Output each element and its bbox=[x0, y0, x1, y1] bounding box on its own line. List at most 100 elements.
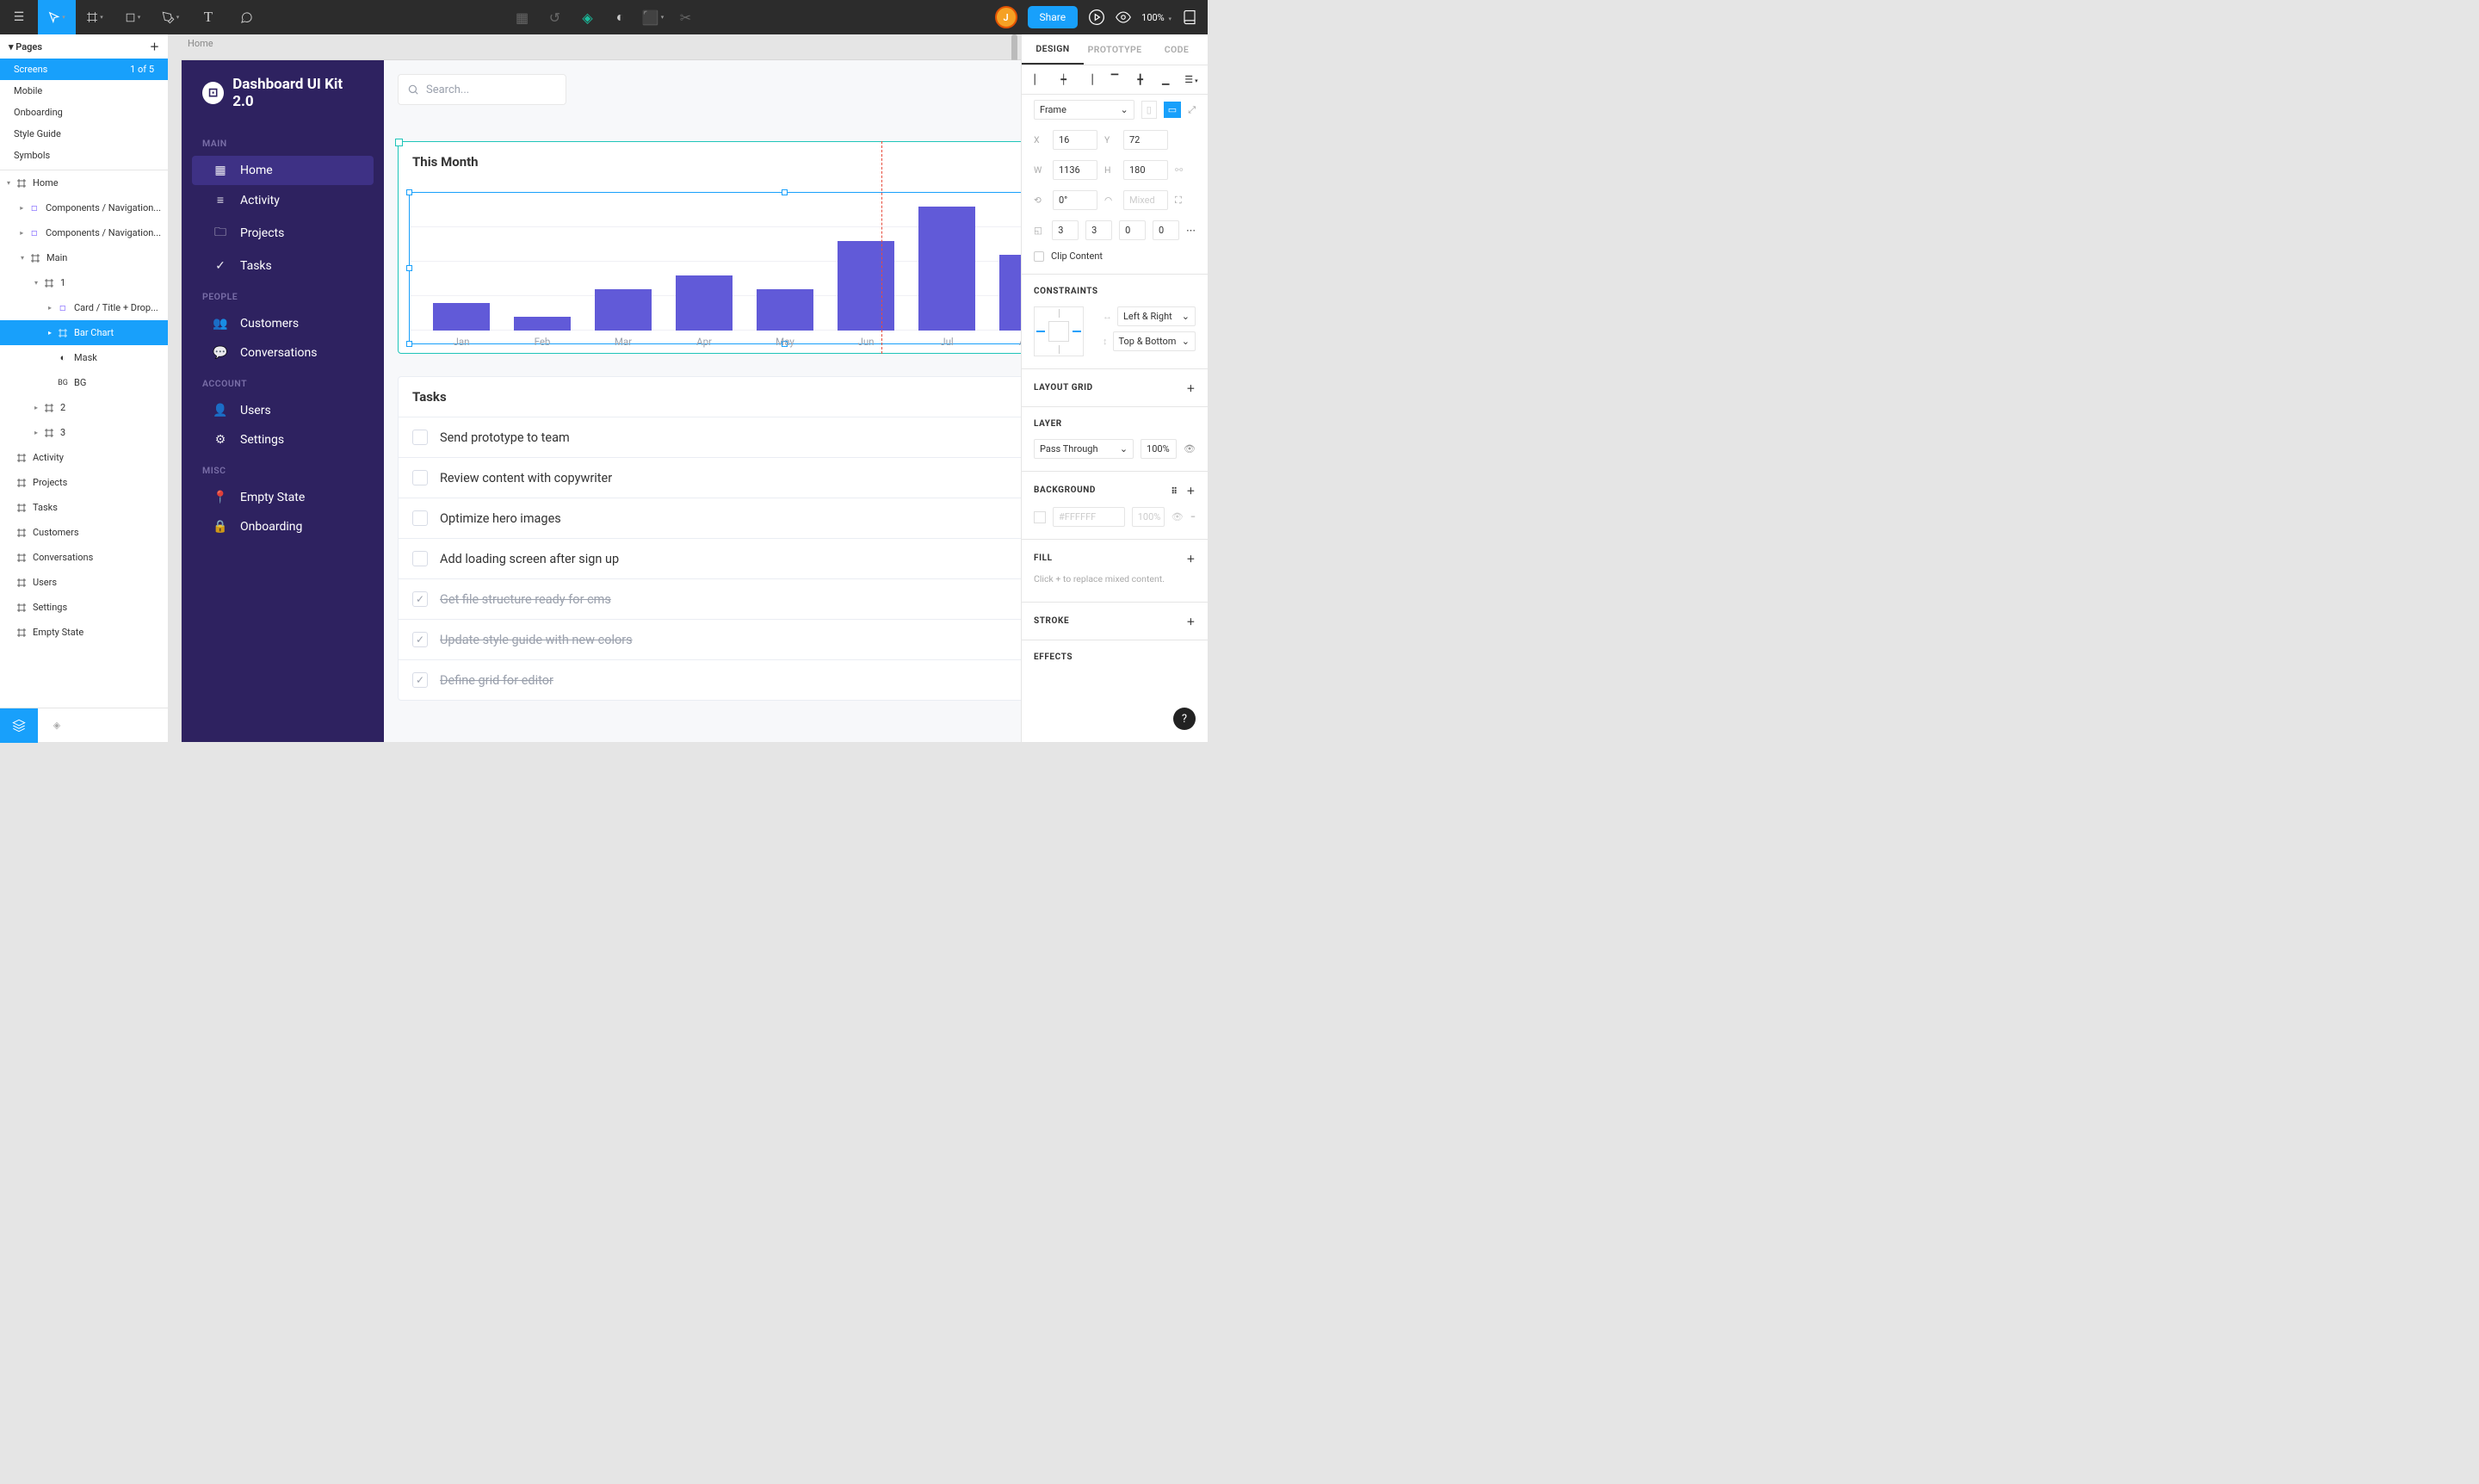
opacity-input[interactable]: 100% bbox=[1141, 439, 1177, 459]
search-input[interactable]: Search... bbox=[398, 74, 566, 105]
nav-settings[interactable]: ⚙Settings bbox=[192, 425, 374, 454]
layer-row[interactable]: ▸◇Components / Navigation... bbox=[0, 195, 168, 220]
nav-onboarding[interactable]: 🔒Onboarding bbox=[192, 512, 374, 541]
blend-select[interactable]: Pass Through⌄ bbox=[1034, 439, 1134, 459]
orientation-portrait-icon[interactable]: ▯ bbox=[1141, 101, 1157, 119]
tab-code[interactable]: CODE bbox=[1146, 34, 1208, 65]
pen-tool[interactable]: ▾ bbox=[151, 0, 189, 34]
page-item[interactable]: Symbols bbox=[0, 145, 168, 166]
reset-icon[interactable]: ↺ bbox=[541, 0, 570, 34]
y-input[interactable]: 72 bbox=[1123, 130, 1168, 150]
components-icon[interactable]: ▦ bbox=[508, 0, 537, 34]
fit-icon[interactable]: ⤢ bbox=[1188, 104, 1196, 116]
add-bg-icon[interactable]: ＋ bbox=[1186, 487, 1196, 497]
page-item[interactable]: Onboarding bbox=[0, 102, 168, 123]
zoom-level[interactable]: 100% ▾ bbox=[1141, 12, 1171, 23]
task-checkbox[interactable] bbox=[412, 470, 428, 485]
task-row[interactable]: ✓Define grid for editor24 June bbox=[399, 659, 1021, 700]
layer-row[interactable]: ▾Main bbox=[0, 245, 168, 270]
frame-type-select[interactable]: Frame⌄ bbox=[1034, 100, 1134, 120]
layer-row[interactable]: BGBG bbox=[0, 370, 168, 395]
crop-icon[interactable]: ✂ bbox=[671, 0, 701, 34]
layer-row[interactable]: ▾1 bbox=[0, 270, 168, 295]
help-button[interactable]: ? bbox=[1173, 708, 1196, 730]
layer-row[interactable]: ▸◇Card / Title + Drop... bbox=[0, 295, 168, 320]
nav-conversations[interactable]: 💬Conversations bbox=[192, 338, 374, 368]
x-input[interactable]: 16 bbox=[1053, 130, 1097, 150]
nav-customers[interactable]: 👥Customers bbox=[192, 309, 374, 338]
nav-users[interactable]: 👤Users bbox=[192, 396, 374, 425]
link-icon[interactable]: ⚯ bbox=[1175, 164, 1183, 176]
bg-opacity-input[interactable]: 100% bbox=[1132, 507, 1165, 527]
page-item[interactable]: Screens1 of 5 bbox=[0, 59, 168, 80]
layer-row[interactable]: ◐Mask bbox=[0, 345, 168, 370]
align-right-icon[interactable]: ▕ bbox=[1081, 74, 1097, 85]
boolean-icon[interactable]: ◈ bbox=[573, 0, 603, 34]
layer-row[interactable]: Users bbox=[0, 570, 168, 595]
layer-row[interactable]: ▾Home bbox=[0, 170, 168, 195]
assets-tab[interactable]: ◈ bbox=[38, 708, 76, 743]
nav-home[interactable]: ▦Home bbox=[192, 156, 374, 185]
nav-empty-state[interactable]: 📍Empty State bbox=[192, 483, 374, 512]
bg-swatch[interactable] bbox=[1034, 511, 1046, 523]
mask-icon[interactable]: ◐ bbox=[606, 0, 635, 34]
layer-row[interactable]: Conversations bbox=[0, 545, 168, 570]
radius-input[interactable]: Mixed bbox=[1123, 190, 1168, 210]
task-checkbox[interactable]: ✓ bbox=[412, 632, 428, 647]
layer-row[interactable]: ▸Bar Chart bbox=[0, 320, 168, 345]
visibility-icon[interactable]: 👁 bbox=[1184, 443, 1196, 454]
rotation-input[interactable]: 0° bbox=[1053, 190, 1097, 210]
eye-icon[interactable] bbox=[1116, 9, 1131, 25]
user-avatar[interactable]: J bbox=[995, 6, 1017, 28]
task-row[interactable]: Optimize hero images16 July📎 bbox=[399, 498, 1021, 538]
task-checkbox[interactable] bbox=[412, 430, 428, 445]
shape-tool[interactable]: ▾ bbox=[114, 0, 151, 34]
canvas[interactable]: Home ⊡ Dashboard UI Kit 2.0 MAIN ▦Home ≡… bbox=[169, 34, 1021, 742]
r1-input[interactable]: 3 bbox=[1052, 220, 1079, 240]
constraint-h-select[interactable]: Left & Right⌄ bbox=[1117, 306, 1196, 326]
bg-visibility-icon[interactable]: 👁 bbox=[1171, 511, 1184, 522]
nav-projects[interactable]: 🗀Projects bbox=[192, 215, 374, 251]
layers-tab[interactable] bbox=[0, 708, 38, 743]
w-input[interactable]: 1136 bbox=[1053, 160, 1097, 180]
chart-card[interactable]: This Month JanFebMarAprMayJunJulAug bbox=[398, 141, 1021, 354]
orientation-landscape-icon[interactable]: ▭ bbox=[1164, 102, 1181, 118]
align-bottom-icon[interactable]: ▁ bbox=[1158, 74, 1173, 85]
align-vcenter-icon[interactable]: ╋ bbox=[1133, 74, 1148, 85]
constraints-widget[interactable] bbox=[1034, 306, 1084, 356]
nav-activity[interactable]: ≡Activity bbox=[192, 185, 374, 215]
task-row[interactable]: Add loading screen after sign up14 July bbox=[399, 538, 1021, 578]
menu-button[interactable]: ☰ bbox=[0, 0, 38, 34]
add-stroke-icon[interactable]: ＋ bbox=[1186, 615, 1196, 628]
layer-row[interactable]: ▸2 bbox=[0, 395, 168, 420]
task-row[interactable]: ✓Get file structure ready for cms28 June bbox=[399, 578, 1021, 619]
r3-input[interactable]: 0 bbox=[1119, 220, 1146, 240]
clip-checkbox[interactable] bbox=[1034, 251, 1044, 262]
distribute-icon[interactable]: ☰▾ bbox=[1184, 74, 1199, 85]
tab-design[interactable]: DESIGN bbox=[1022, 34, 1084, 65]
layer-row[interactable]: ▸◇Components / Navigation... bbox=[0, 220, 168, 245]
task-checkbox[interactable]: ✓ bbox=[412, 591, 428, 607]
bg-hex-input[interactable]: #FFFFFF bbox=[1053, 507, 1125, 527]
breadcrumb[interactable]: Home bbox=[188, 38, 213, 49]
task-checkbox[interactable] bbox=[412, 510, 428, 526]
bg-remove-icon[interactable]: − bbox=[1190, 511, 1196, 522]
more-icon[interactable]: ⋯ bbox=[1186, 225, 1196, 236]
layer-row[interactable]: Settings bbox=[0, 595, 168, 620]
layer-row[interactable]: ▸3 bbox=[0, 420, 168, 445]
layer-row[interactable]: Activity bbox=[0, 445, 168, 470]
r4-input[interactable]: 0 bbox=[1153, 220, 1179, 240]
comment-tool[interactable] bbox=[227, 0, 265, 34]
add-page-icon[interactable]: ＋ bbox=[150, 40, 159, 53]
task-checkbox[interactable]: ✓ bbox=[412, 672, 428, 688]
pages-header[interactable]: ▾ Pages ＋ bbox=[0, 34, 168, 59]
library-icon[interactable] bbox=[1182, 9, 1197, 25]
play-icon[interactable] bbox=[1088, 9, 1105, 26]
r2-input[interactable]: 3 bbox=[1085, 220, 1112, 240]
style-icon[interactable]: ⠿ bbox=[1171, 487, 1178, 497]
page-item[interactable]: Mobile bbox=[0, 80, 168, 102]
task-row[interactable]: ✓Update style guide with new colors25 Ju… bbox=[399, 619, 1021, 659]
add-grid-icon[interactable]: ＋ bbox=[1186, 381, 1196, 394]
align-hcenter-icon[interactable]: ┿ bbox=[1056, 74, 1072, 85]
layer-row[interactable]: Empty State bbox=[0, 620, 168, 645]
